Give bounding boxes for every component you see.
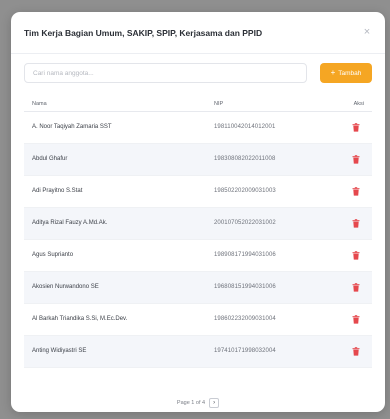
add-member-button[interactable]: + Tambah <box>320 63 372 83</box>
table-row: Anting Widiyastri SE 197410171998032004 <box>24 336 372 368</box>
trash-icon[interactable] <box>352 347 360 356</box>
trash-icon[interactable] <box>352 315 360 324</box>
member-name: Abdul Ghafur <box>32 156 68 162</box>
next-page-button[interactable]: › <box>209 398 220 408</box>
table-header: Nama NIP Aksi <box>24 96 372 112</box>
close-icon[interactable]: × <box>361 26 373 38</box>
trash-icon[interactable] <box>352 251 360 260</box>
member-nip: 198308082022011008 <box>214 156 276 162</box>
table-row: A. Noor Taqiyah Zamaria SST 1981100420140… <box>24 112 372 144</box>
member-nip: 200107052022031002 <box>214 220 276 226</box>
modal-title: Tim Kerja Bagian Umum, SAKIP, SPIP, Kerj… <box>24 28 263 38</box>
plus-icon: + <box>330 68 336 77</box>
table-body: A. Noor Taqiyah Zamaria SST 1981100420140… <box>24 112 372 368</box>
table-row: Abdul Ghafur 198308082022011008 <box>24 144 372 176</box>
member-nip: 197410171998032004 <box>214 348 276 354</box>
modal-header: Tim Kerja Bagian Umum, SAKIP, SPIP, Kerj… <box>11 12 385 54</box>
members-table: Nama NIP Aksi A. Noor Taqiyah Zamaria SS… <box>24 96 372 368</box>
table-row: Akosien Nurwandono SE 196808151994031006 <box>24 272 372 304</box>
header-name: Nama <box>32 101 47 107</box>
trash-icon[interactable] <box>352 155 360 164</box>
header-nip: NIP <box>214 101 224 107</box>
search-row: + Tambah <box>24 63 372 83</box>
member-nip: 198502202009031003 <box>214 188 276 194</box>
member-nip: 196808151994031006 <box>214 284 276 290</box>
header-action: Aksi <box>353 101 364 107</box>
table-row: Al Barkah Triandika S.Si, M.Ec.Dev. 19860… <box>24 304 372 336</box>
pagination: Page 1 of 4 › <box>11 398 385 408</box>
member-nip: 198110042014012001 <box>214 124 276 130</box>
member-name: Al Barkah Triandika S.Si, M.Ec.Dev. <box>32 316 128 322</box>
member-name: Aditya Rizal Fauzy A.Md.Ak. <box>32 220 108 226</box>
member-nip: 198602232009031004 <box>214 316 276 322</box>
add-button-label: Tambah <box>338 69 362 77</box>
table-row: Agus Suprianto 198908171994031006 <box>24 240 372 272</box>
member-nip: 198908171994031006 <box>214 252 276 258</box>
member-name: A. Noor Taqiyah Zamaria SST <box>32 124 112 130</box>
member-name: Adi Prayitno S.Stat <box>32 188 83 194</box>
page-indicator: Page 1 of 4 <box>176 400 206 406</box>
trash-icon[interactable] <box>352 123 360 132</box>
table-row: Adi Prayitno S.Stat 198502202009031003 <box>24 176 372 208</box>
table-row: Aditya Rizal Fauzy A.Md.Ak. 2001070520220… <box>24 208 372 240</box>
member-name: Akosien Nurwandono SE <box>32 284 99 290</box>
trash-icon[interactable] <box>352 187 360 196</box>
member-name: Anting Widiyastri SE <box>32 348 87 354</box>
search-input[interactable] <box>24 63 307 83</box>
member-name: Agus Suprianto <box>32 252 74 258</box>
team-members-modal: Tim Kerja Bagian Umum, SAKIP, SPIP, Kerj… <box>11 12 385 412</box>
trash-icon[interactable] <box>352 219 360 228</box>
trash-icon[interactable] <box>352 283 360 292</box>
